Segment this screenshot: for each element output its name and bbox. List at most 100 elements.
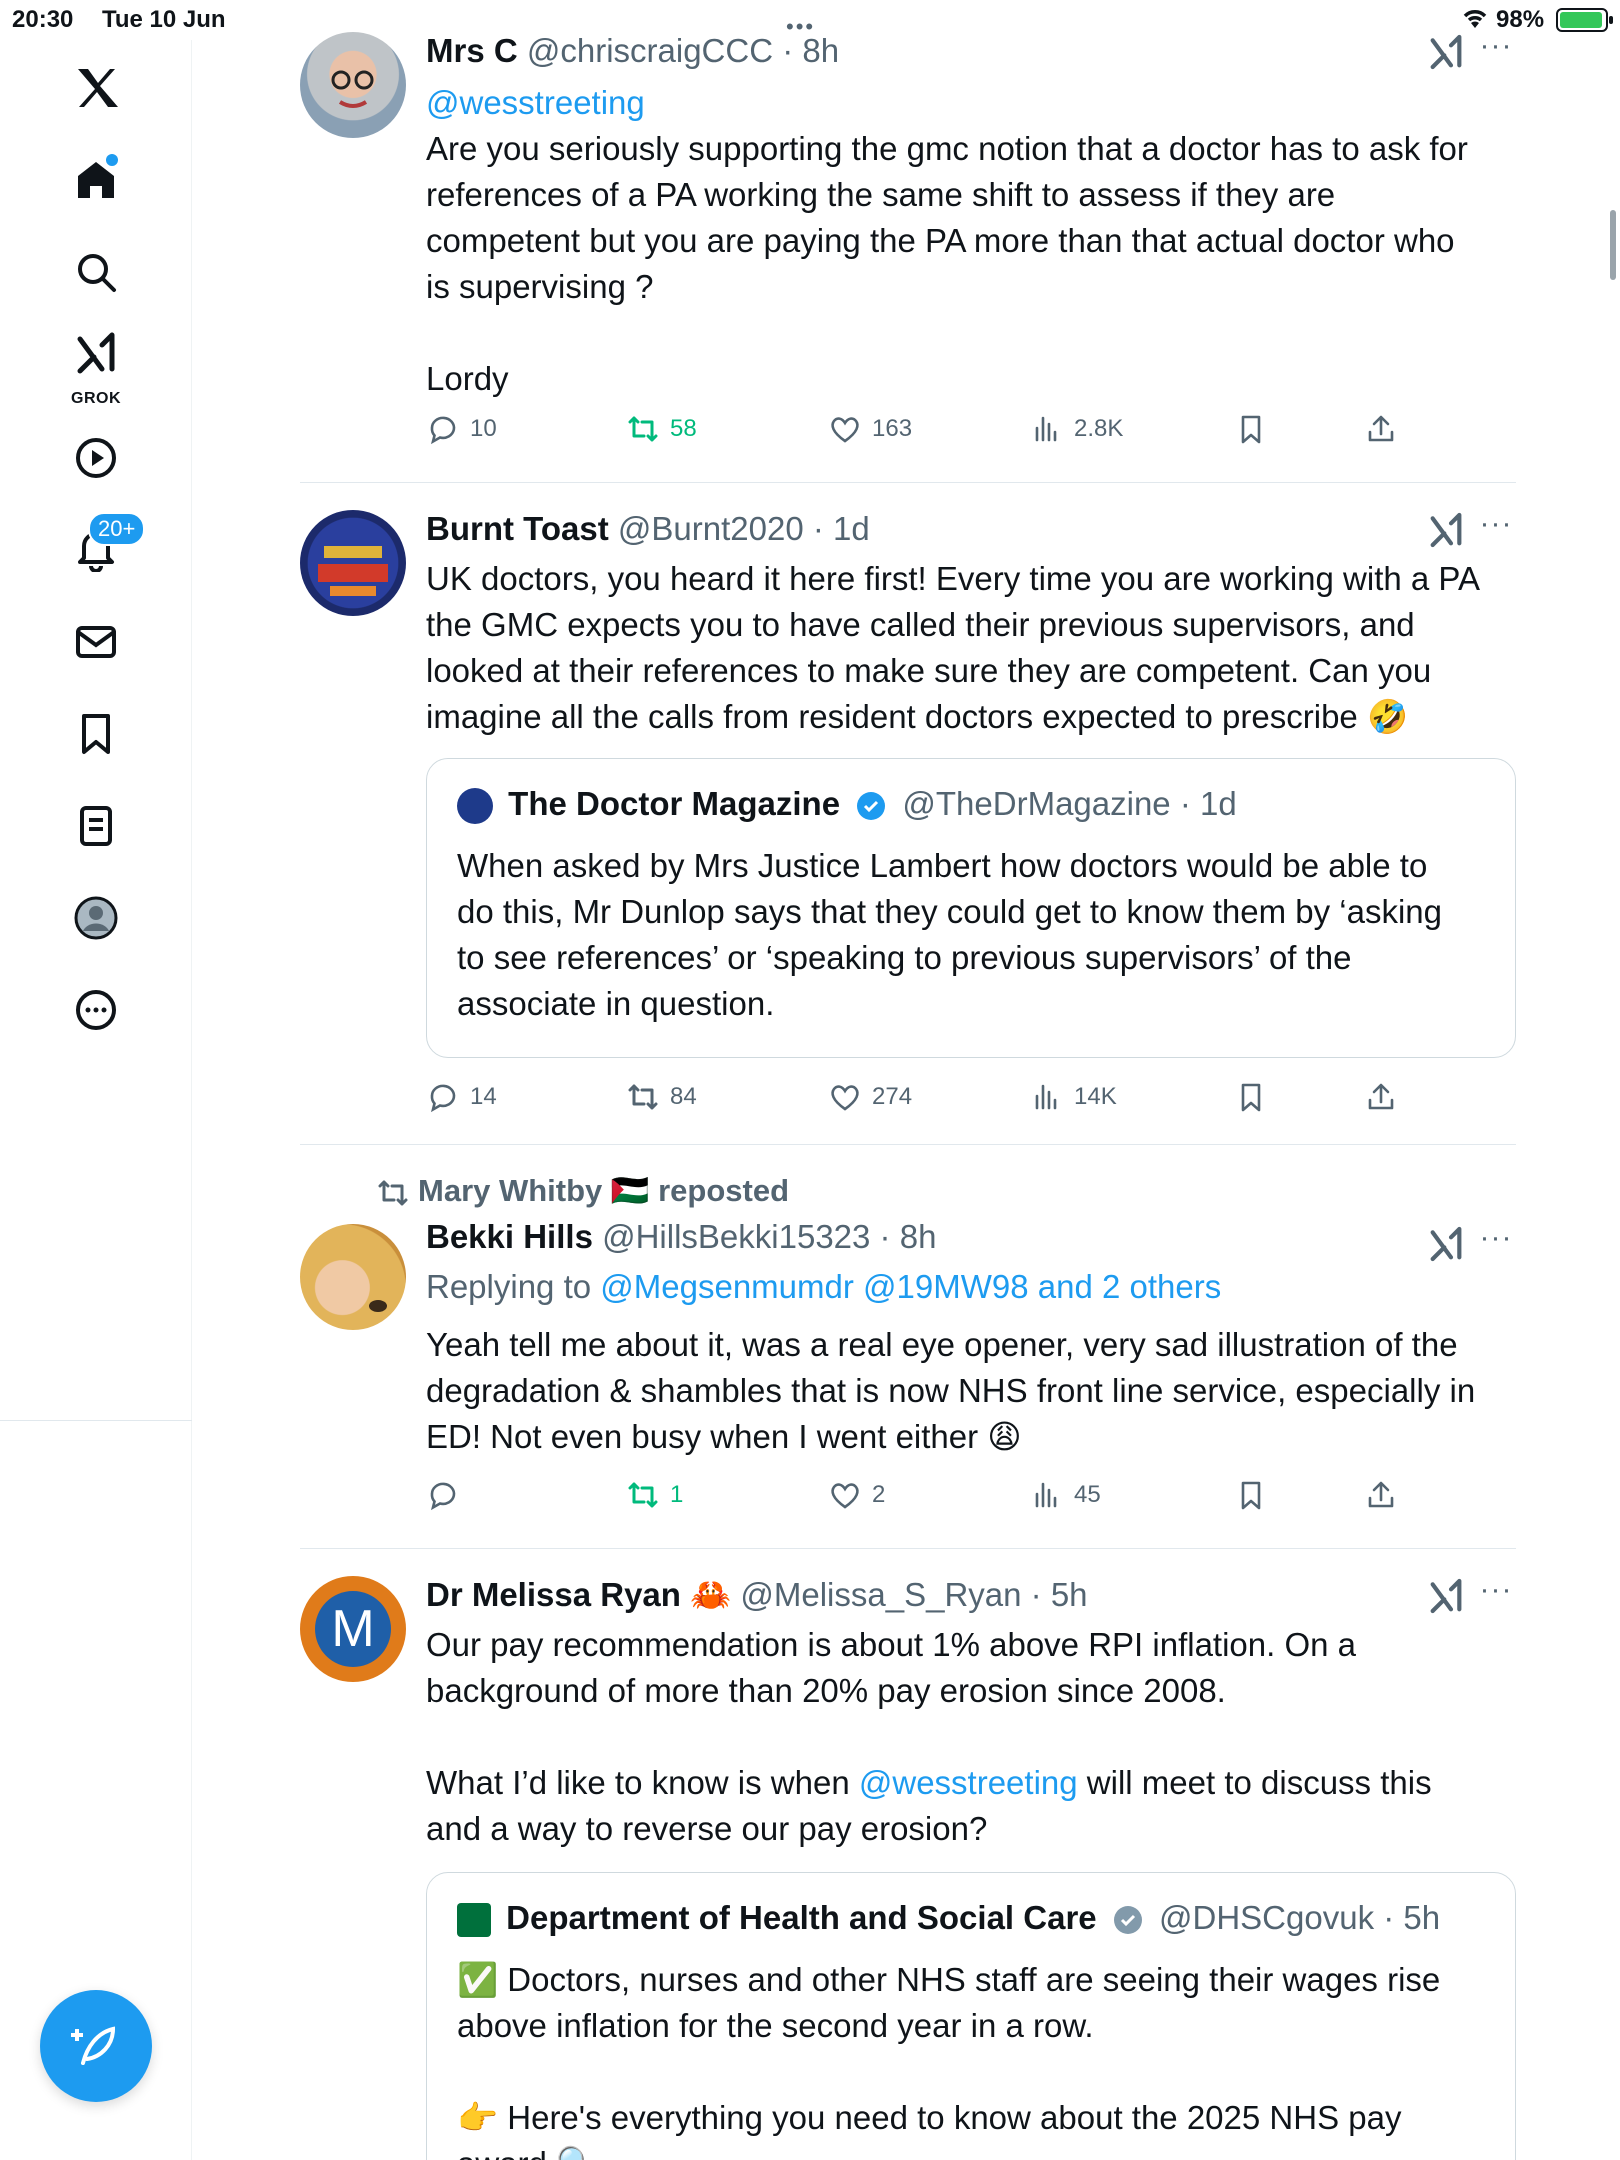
x-logo-icon[interactable] xyxy=(56,48,136,128)
nav-notifications[interactable]: 20+ xyxy=(56,508,146,588)
share-button[interactable] xyxy=(1364,412,1408,446)
avatar[interactable] xyxy=(300,1224,406,1330)
sidebar: GROK 20+ xyxy=(0,40,192,2160)
repost-icon xyxy=(628,1482,658,1508)
like-count: 274 xyxy=(872,1083,913,1110)
tweet-time[interactable]: 5h xyxy=(1051,1576,1088,1613)
tweet-header: Burnt Toast @Burnt2020 · 1d xyxy=(426,510,870,547)
nav-messages[interactable] xyxy=(56,602,136,682)
grok-icon xyxy=(77,332,115,374)
repost-count: 58 xyxy=(670,415,697,442)
verified-badge-icon xyxy=(857,792,886,821)
author-handle[interactable]: @Melissa_S_Ryan xyxy=(740,1576,1021,1613)
nav-lists[interactable] xyxy=(56,786,136,866)
compose-button[interactable] xyxy=(40,1990,152,2102)
scrollbar[interactable] xyxy=(1610,210,1616,280)
quote-header: The Doctor Magazine @TheDrMagazine · 1d xyxy=(457,785,1237,825)
nav-home[interactable] xyxy=(56,140,136,220)
views-button[interactable]: 45 xyxy=(1030,1478,1101,1512)
avatar-letter: M xyxy=(315,1591,391,1667)
share-button[interactable] xyxy=(1364,1080,1408,1114)
avatar[interactable] xyxy=(300,510,406,616)
more-options-icon[interactable]: ··· xyxy=(1476,1223,1516,1268)
quote-tweet[interactable]: The Doctor Magazine @TheDrMagazine · 1d … xyxy=(426,758,1516,1058)
author-name[interactable]: Dr Melissa Ryan 🦀 xyxy=(426,1576,731,1613)
grok-icon[interactable] xyxy=(1426,1224,1466,1264)
nav-video[interactable] xyxy=(56,418,136,498)
tweet-text: Our pay recommendation is about 1% above… xyxy=(426,1622,1516,1852)
sidebar-divider xyxy=(0,1420,192,1421)
views-count: 14K xyxy=(1074,1083,1117,1110)
play-icon xyxy=(76,438,116,478)
replying-to-links[interactable]: @Megsenmumdr @19MW98 and 2 others xyxy=(600,1268,1221,1305)
like-button[interactable]: 163 xyxy=(828,412,912,446)
nav-more[interactable] xyxy=(56,970,136,1050)
reply-button[interactable] xyxy=(426,1478,470,1512)
author-handle[interactable]: @HillsBekki15323 xyxy=(602,1218,870,1255)
bookmark-button[interactable] xyxy=(1234,1478,1278,1512)
replying-prefix: Replying to xyxy=(426,1268,592,1305)
more-options-icon[interactable]: ··· xyxy=(1476,1575,1516,1620)
reposted-by: Mary Whitby 🇵🇸 reposted xyxy=(376,1172,789,1210)
author-name[interactable]: Burnt Toast xyxy=(426,510,609,547)
views-button[interactable]: 2.8K xyxy=(1030,412,1123,446)
bookmark-icon xyxy=(82,714,110,754)
tweet[interactable]: Burnt Toast @Burnt2020 · 1d UK doctors, … xyxy=(300,508,1516,1128)
nav-bookmarks[interactable] xyxy=(56,694,136,774)
bookmark-button[interactable] xyxy=(1234,1080,1278,1114)
bookmark-icon xyxy=(1241,1481,1261,1510)
tweet-separator xyxy=(300,482,1516,483)
replying-to: Replying to @Megsenmumdr @19MW98 and 2 o… xyxy=(426,1264,1516,1310)
mention-link[interactable]: @wesstreeting xyxy=(859,1764,1078,1801)
repost-count: 84 xyxy=(670,1083,697,1110)
list-icon xyxy=(80,806,112,846)
tweet[interactable]: Mrs C @chriscraigCCC · 8h @wesstreeting … xyxy=(300,30,1516,480)
more-options-icon[interactable]: ··· xyxy=(1476,509,1516,554)
like-button[interactable]: 2 xyxy=(828,1478,885,1512)
reply-button[interactable]: 14 xyxy=(426,1080,497,1114)
avatar[interactable]: M xyxy=(300,1576,406,1682)
more-options-icon[interactable]: ··· xyxy=(1476,31,1516,76)
tweet-time[interactable]: 8h xyxy=(900,1218,937,1255)
quote-author-name: The Doctor Magazine xyxy=(508,785,841,822)
reply-button[interactable]: 10 xyxy=(426,412,497,446)
like-count: 2 xyxy=(872,1481,886,1508)
avatar[interactable] xyxy=(300,32,406,138)
quote-text: ✅ Doctors, nurses and other NHS staff ar… xyxy=(457,1961,1441,2160)
quote-time: 1d xyxy=(1200,785,1237,822)
views-chart-icon xyxy=(1035,1084,1057,1110)
share-button[interactable] xyxy=(1364,1478,1408,1512)
tweet-actions: 1 2 45 xyxy=(426,1478,1516,1522)
nav-profile[interactable] xyxy=(56,878,136,958)
views-button[interactable]: 14K xyxy=(1030,1080,1117,1114)
reposted-by-text[interactable]: Mary Whitby 🇵🇸 reposted xyxy=(418,1173,789,1208)
tweet-header: Bekki Hills @HillsBekki15323 · 8h xyxy=(426,1218,937,1255)
bookmark-button[interactable] xyxy=(1234,412,1278,446)
repost-icon xyxy=(378,1180,408,1206)
author-handle[interactable]: @chriscraigCCC xyxy=(527,32,773,69)
author-name[interactable]: Mrs C xyxy=(426,32,518,69)
repost-button[interactable]: 84 xyxy=(626,1080,697,1114)
more-circle-icon xyxy=(76,990,116,1030)
tweet[interactable]: M Dr Melissa Ryan 🦀 @Melissa_S_Ryan · 5h… xyxy=(300,1574,1516,2160)
grok-icon[interactable] xyxy=(1426,510,1466,550)
quote-tweet[interactable]: Department of Health and Social Care @DH… xyxy=(426,1872,1516,2160)
tweet-time[interactable]: 8h xyxy=(802,32,839,69)
tweet[interactable]: Bekki Hills @HillsBekki15323 · 8h Replyi… xyxy=(300,1216,1516,1556)
repost-button[interactable]: 58 xyxy=(626,412,697,446)
repost-count: 1 xyxy=(670,1481,684,1508)
nav-grok[interactable]: GROK xyxy=(56,322,136,407)
tweet-header: Dr Melissa Ryan 🦀 @Melissa_S_Ryan · 5h xyxy=(426,1576,1088,1613)
nav-search[interactable] xyxy=(56,232,136,312)
tweet-time[interactable]: 1d xyxy=(833,510,870,547)
like-button[interactable]: 274 xyxy=(828,1080,912,1114)
quote-header: Department of Health and Social Care @DH… xyxy=(457,1899,1440,1938)
author-handle[interactable]: @Burnt2020 xyxy=(618,510,804,547)
repost-button[interactable]: 1 xyxy=(626,1478,683,1512)
grok-icon[interactable] xyxy=(1426,32,1466,72)
reply-icon xyxy=(430,416,456,445)
grok-icon[interactable] xyxy=(1426,1576,1466,1616)
author-name[interactable]: Bekki Hills xyxy=(426,1218,593,1255)
mention-link[interactable]: @wesstreeting xyxy=(426,80,1516,126)
views-chart-icon xyxy=(1035,1482,1057,1508)
